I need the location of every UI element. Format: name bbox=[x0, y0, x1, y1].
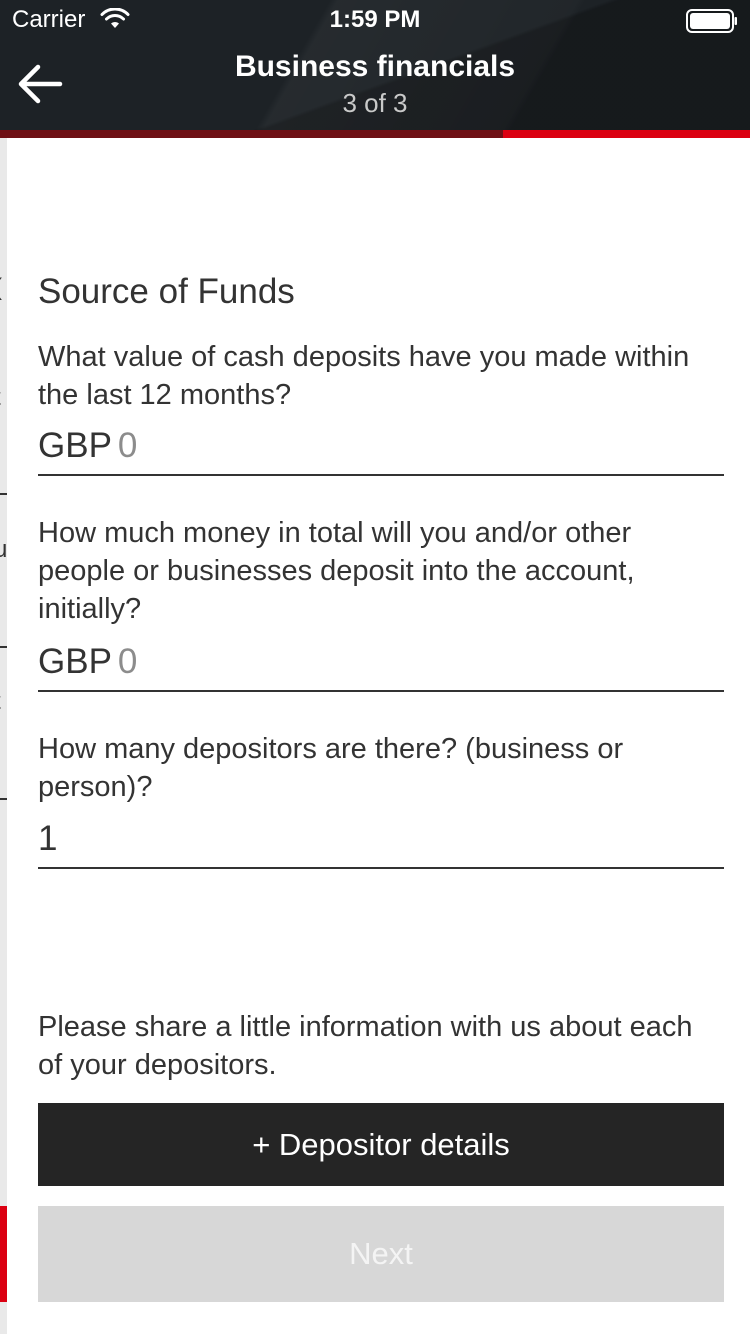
progress-bar bbox=[0, 130, 750, 138]
background-divider bbox=[0, 798, 7, 800]
cash-deposits-input[interactable]: GBP 0 bbox=[38, 426, 724, 476]
cash-deposits-value: 0 bbox=[117, 426, 138, 465]
battery-icon bbox=[686, 9, 737, 33]
progress-bar-fill bbox=[0, 130, 503, 138]
depositor-info-text: Please share a little information with u… bbox=[38, 1011, 693, 1081]
background-text-fragment: t bbox=[0, 688, 1, 716]
currency-label: GBP bbox=[38, 642, 112, 681]
background-text-fragment: u bbox=[0, 536, 7, 563]
currency-label: GBP bbox=[38, 426, 112, 465]
depositor-count-value: 1 bbox=[38, 819, 58, 858]
cash-deposits-question: What value of cash deposits have you mad… bbox=[38, 341, 690, 411]
background-divider bbox=[0, 646, 7, 648]
initial-deposit-input[interactable]: GBP 0 bbox=[38, 642, 724, 692]
next-button[interactable]: Next bbox=[38, 1206, 724, 1302]
section-title: Source of Funds bbox=[38, 272, 295, 311]
background-card-edge: ( t u t bbox=[0, 138, 7, 1334]
background-text-fragment: t bbox=[0, 384, 1, 412]
step-indicator: 3 of 3 bbox=[342, 88, 408, 118]
background-text-fragment: ( bbox=[0, 274, 2, 302]
initial-deposit-value: 0 bbox=[117, 642, 138, 681]
initial-deposit-question: How much money in total will you and/or … bbox=[38, 517, 635, 625]
background-accent bbox=[0, 1206, 7, 1302]
add-depositor-button[interactable]: + Depositor details bbox=[38, 1103, 724, 1186]
status-time: 1:59 PM bbox=[329, 6, 421, 33]
header-bar: Carrier 1:59 PM Business financials 3 of… bbox=[0, 0, 750, 130]
depositor-count-input[interactable]: 1 bbox=[38, 819, 724, 869]
depositor-count-question: How many depositors are there? (business… bbox=[38, 733, 624, 803]
background-divider bbox=[0, 493, 7, 495]
page-title: Business financials bbox=[234, 50, 516, 83]
status-bar: Carrier 1:59 PM bbox=[0, 0, 750, 40]
app-screen: Carrier 1:59 PM Business financials 3 of… bbox=[0, 0, 750, 1334]
